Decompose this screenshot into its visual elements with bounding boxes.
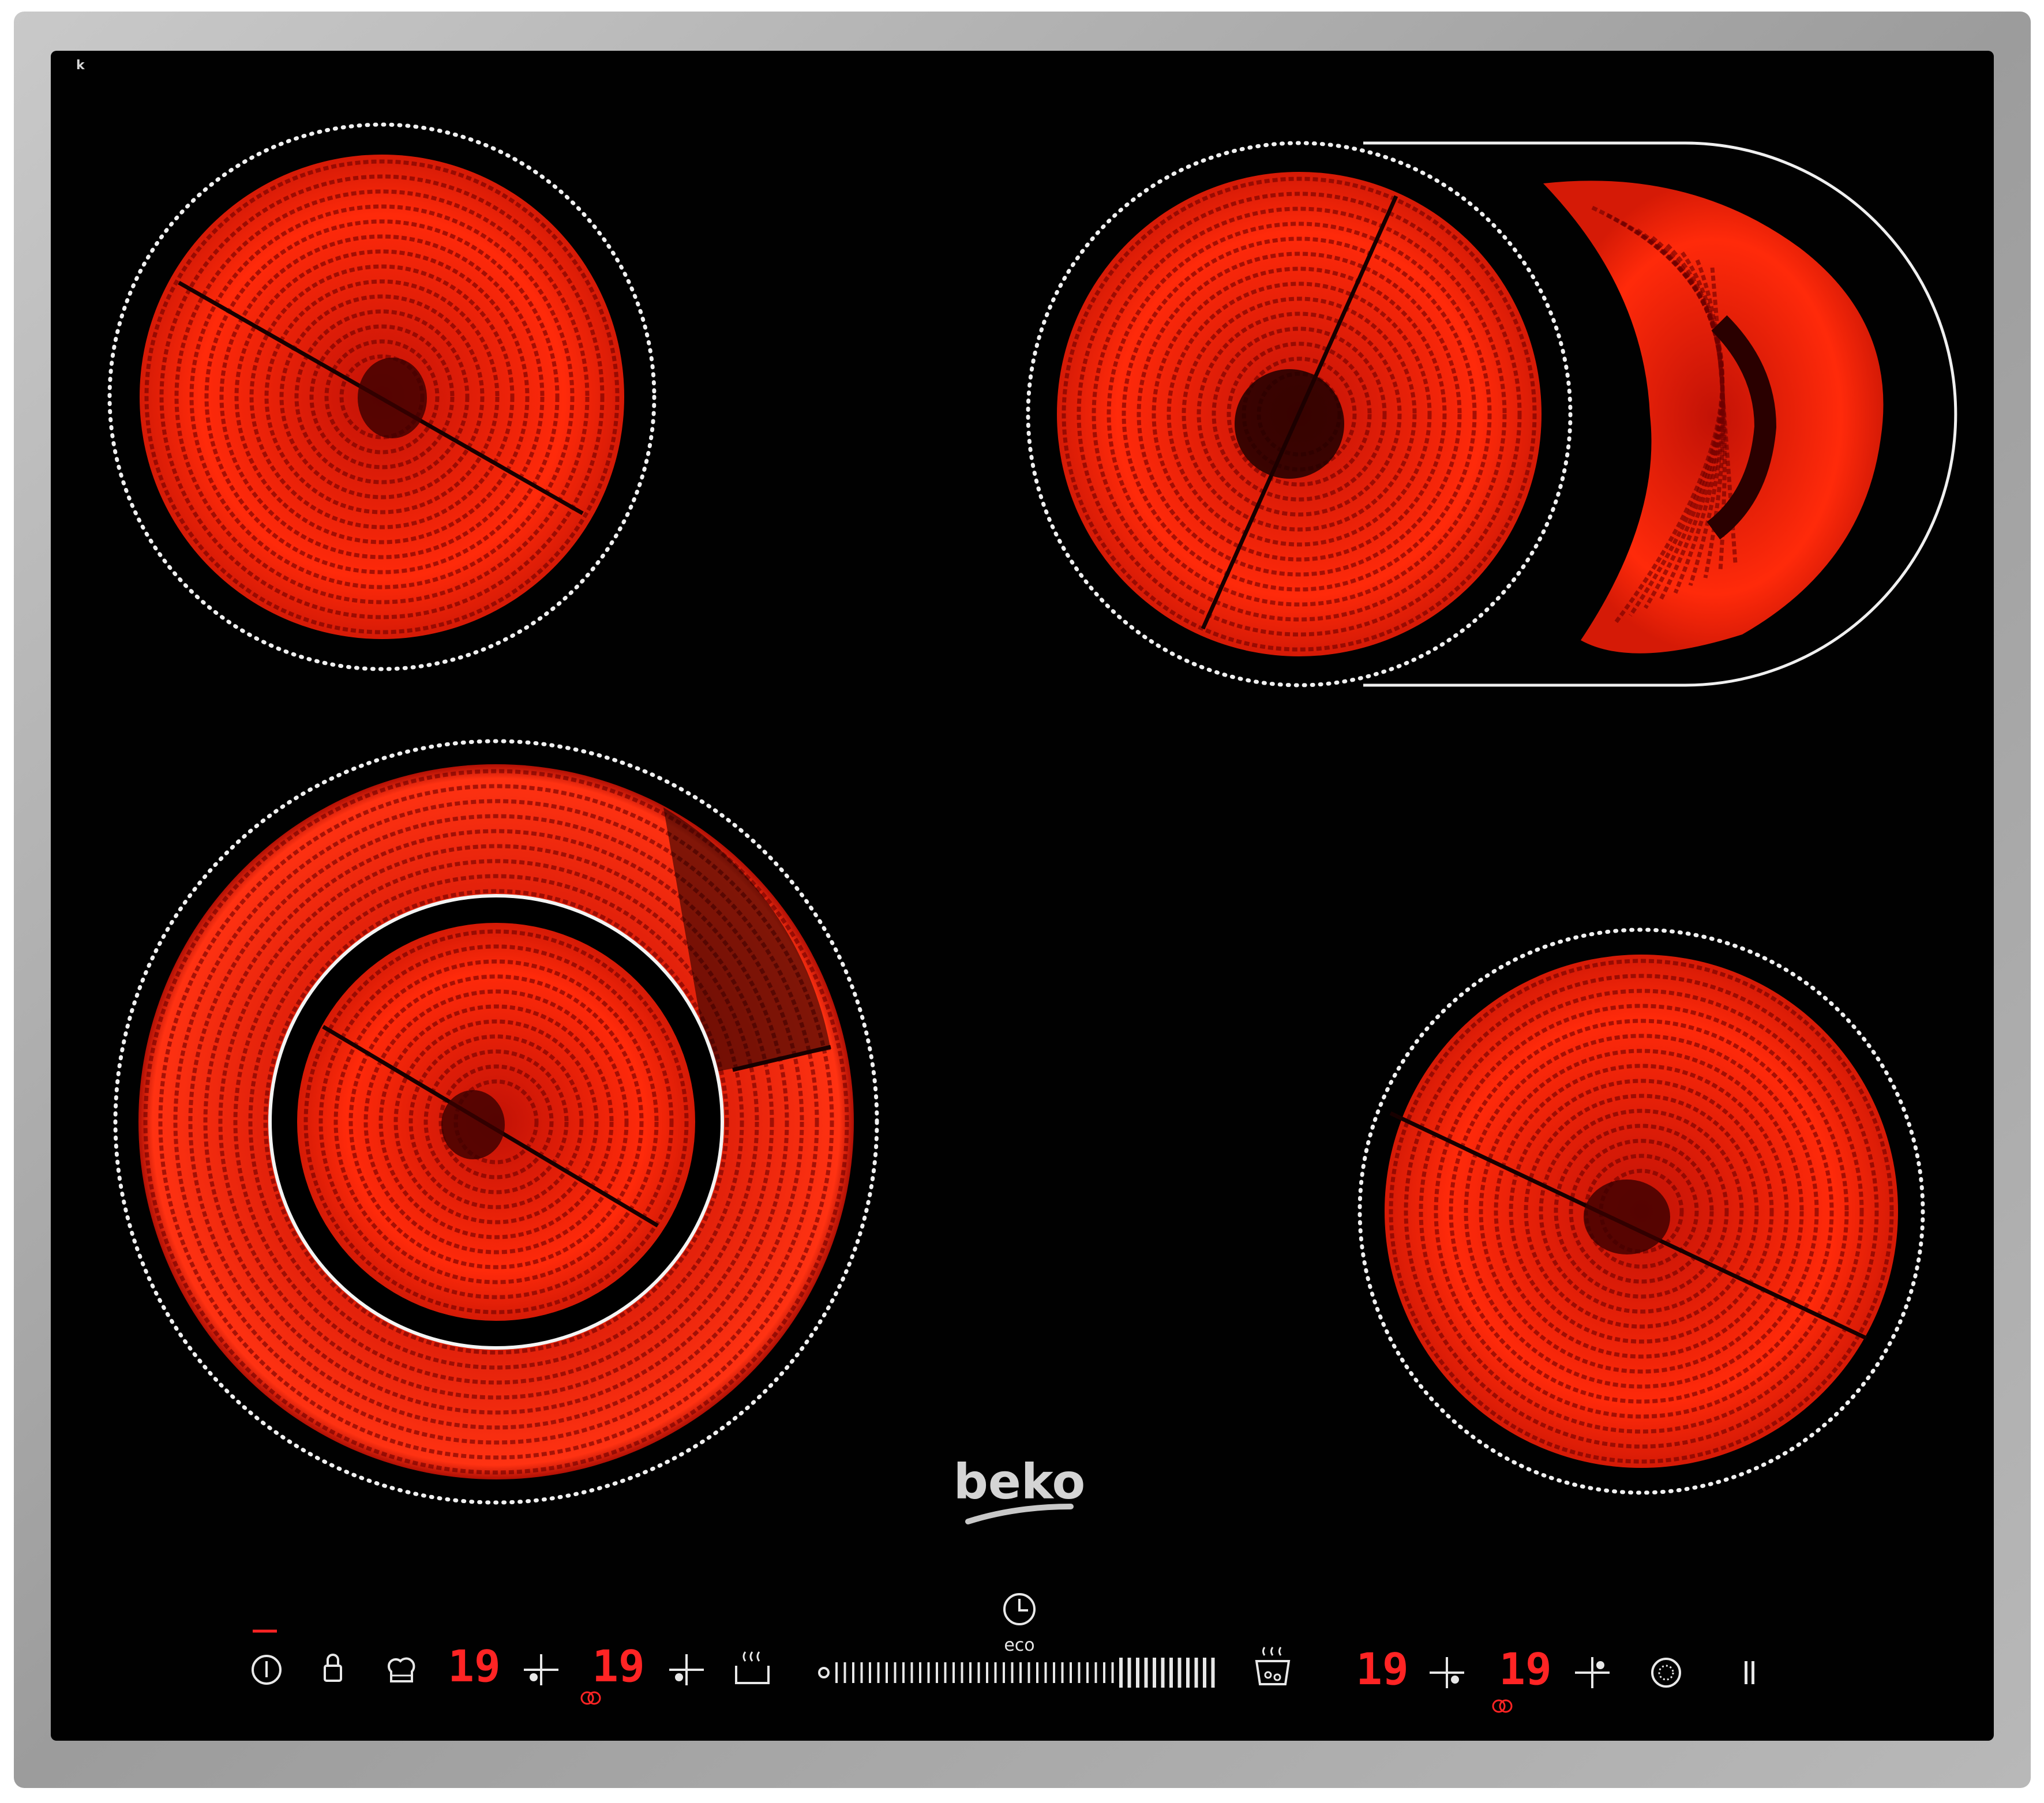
zone-4-display: 19 [1499,1643,1552,1695]
svg-text:beko: beko [954,1453,1085,1510]
zone-3-display: 19 [1356,1643,1409,1695]
zone-2-display: 19 [592,1640,645,1692]
zone-1-display: 19 [448,1640,501,1692]
cooktop-photo: k beko eco 19 19 19 19 [0,0,2044,1803]
corner-mark: k [76,58,85,73]
eco-label: eco [1004,1635,1034,1655]
